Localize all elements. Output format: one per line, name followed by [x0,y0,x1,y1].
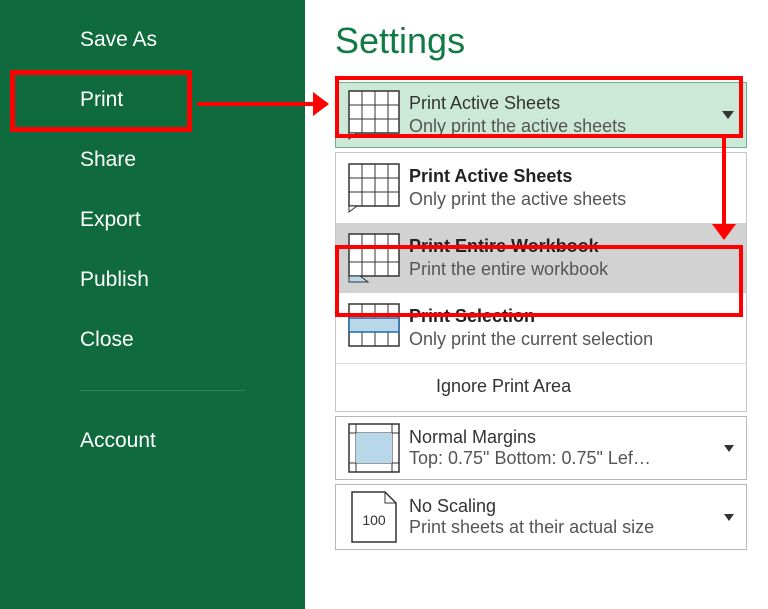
option-title: Print Entire Workbook [409,236,738,257]
workbook-icon [344,233,404,283]
margins-dropdown[interactable]: Normal Margins Top: 0.75" Bottom: 0.75" … [335,416,747,480]
margins-title: Normal Margins [409,427,724,448]
option-title: Print Active Sheets [409,166,738,187]
selected-desc: Only print the active sheets [409,116,738,137]
sidebar-item-label: Save As [80,28,157,51]
selection-icon [344,303,404,353]
sidebar-divider [80,390,245,391]
dropdown-caret-icon [724,445,734,452]
option-desc: Print the entire workbook [409,259,738,280]
margins-desc: Top: 0.75" Bottom: 0.75" Lef… [409,448,724,469]
sidebar-item-save-as[interactable]: Save As [0,10,305,70]
settings-panel: Settings Print Active Sheets Only print … [305,0,768,609]
backstage-sidebar: Save As Print Share Export Publish Close… [0,0,305,609]
settings-title: Settings [335,20,768,62]
scaling-icon: 100 [344,491,404,543]
scaling-title: No Scaling [409,496,724,517]
sidebar-item-label: Export [80,208,141,231]
option-ignore-print-area[interactable]: Ignore Print Area [336,364,746,411]
sheets-icon [344,163,404,213]
print-what-dropdown[interactable]: Print Active Sheets Only print the activ… [335,82,747,148]
sidebar-item-publish[interactable]: Publish [0,250,305,310]
sidebar-item-account[interactable]: Account [0,411,305,471]
option-entire-workbook[interactable]: Print Entire Workbook Print the entire w… [336,223,746,293]
option-desc: Only print the active sheets [409,189,738,210]
option-title: Ignore Print Area [436,376,571,397]
dropdown-caret-icon [722,111,734,119]
dropdown-caret-icon [724,514,734,521]
sidebar-item-label: Account [80,429,156,452]
option-title: Print Selection [409,306,738,327]
sidebar-item-label: Close [80,328,134,351]
sheets-icon [344,90,404,140]
sidebar-item-print[interactable]: Print [0,70,305,130]
sidebar-item-export[interactable]: Export [0,190,305,250]
print-what-options: Print Active Sheets Only print the activ… [335,152,747,412]
sidebar-item-label: Publish [80,268,149,291]
option-desc: Only print the current selection [409,329,738,350]
annotation-arrow [722,138,726,238]
sidebar-item-label: Share [80,148,136,171]
annotation-arrow [197,102,327,106]
margins-icon [344,423,404,473]
selected-title: Print Active Sheets [409,93,738,114]
scaling-desc: Print sheets at their actual size [409,517,724,538]
option-selection[interactable]: Print Selection Only print the current s… [336,293,746,363]
scaling-dropdown[interactable]: 100 No Scaling Print sheets at their act… [335,484,747,550]
sidebar-item-close[interactable]: Close [0,310,305,370]
sidebar-item-share[interactable]: Share [0,130,305,190]
option-active-sheets[interactable]: Print Active Sheets Only print the activ… [336,153,746,223]
sidebar-item-label: Print [80,88,123,111]
svg-text:100: 100 [362,512,386,528]
